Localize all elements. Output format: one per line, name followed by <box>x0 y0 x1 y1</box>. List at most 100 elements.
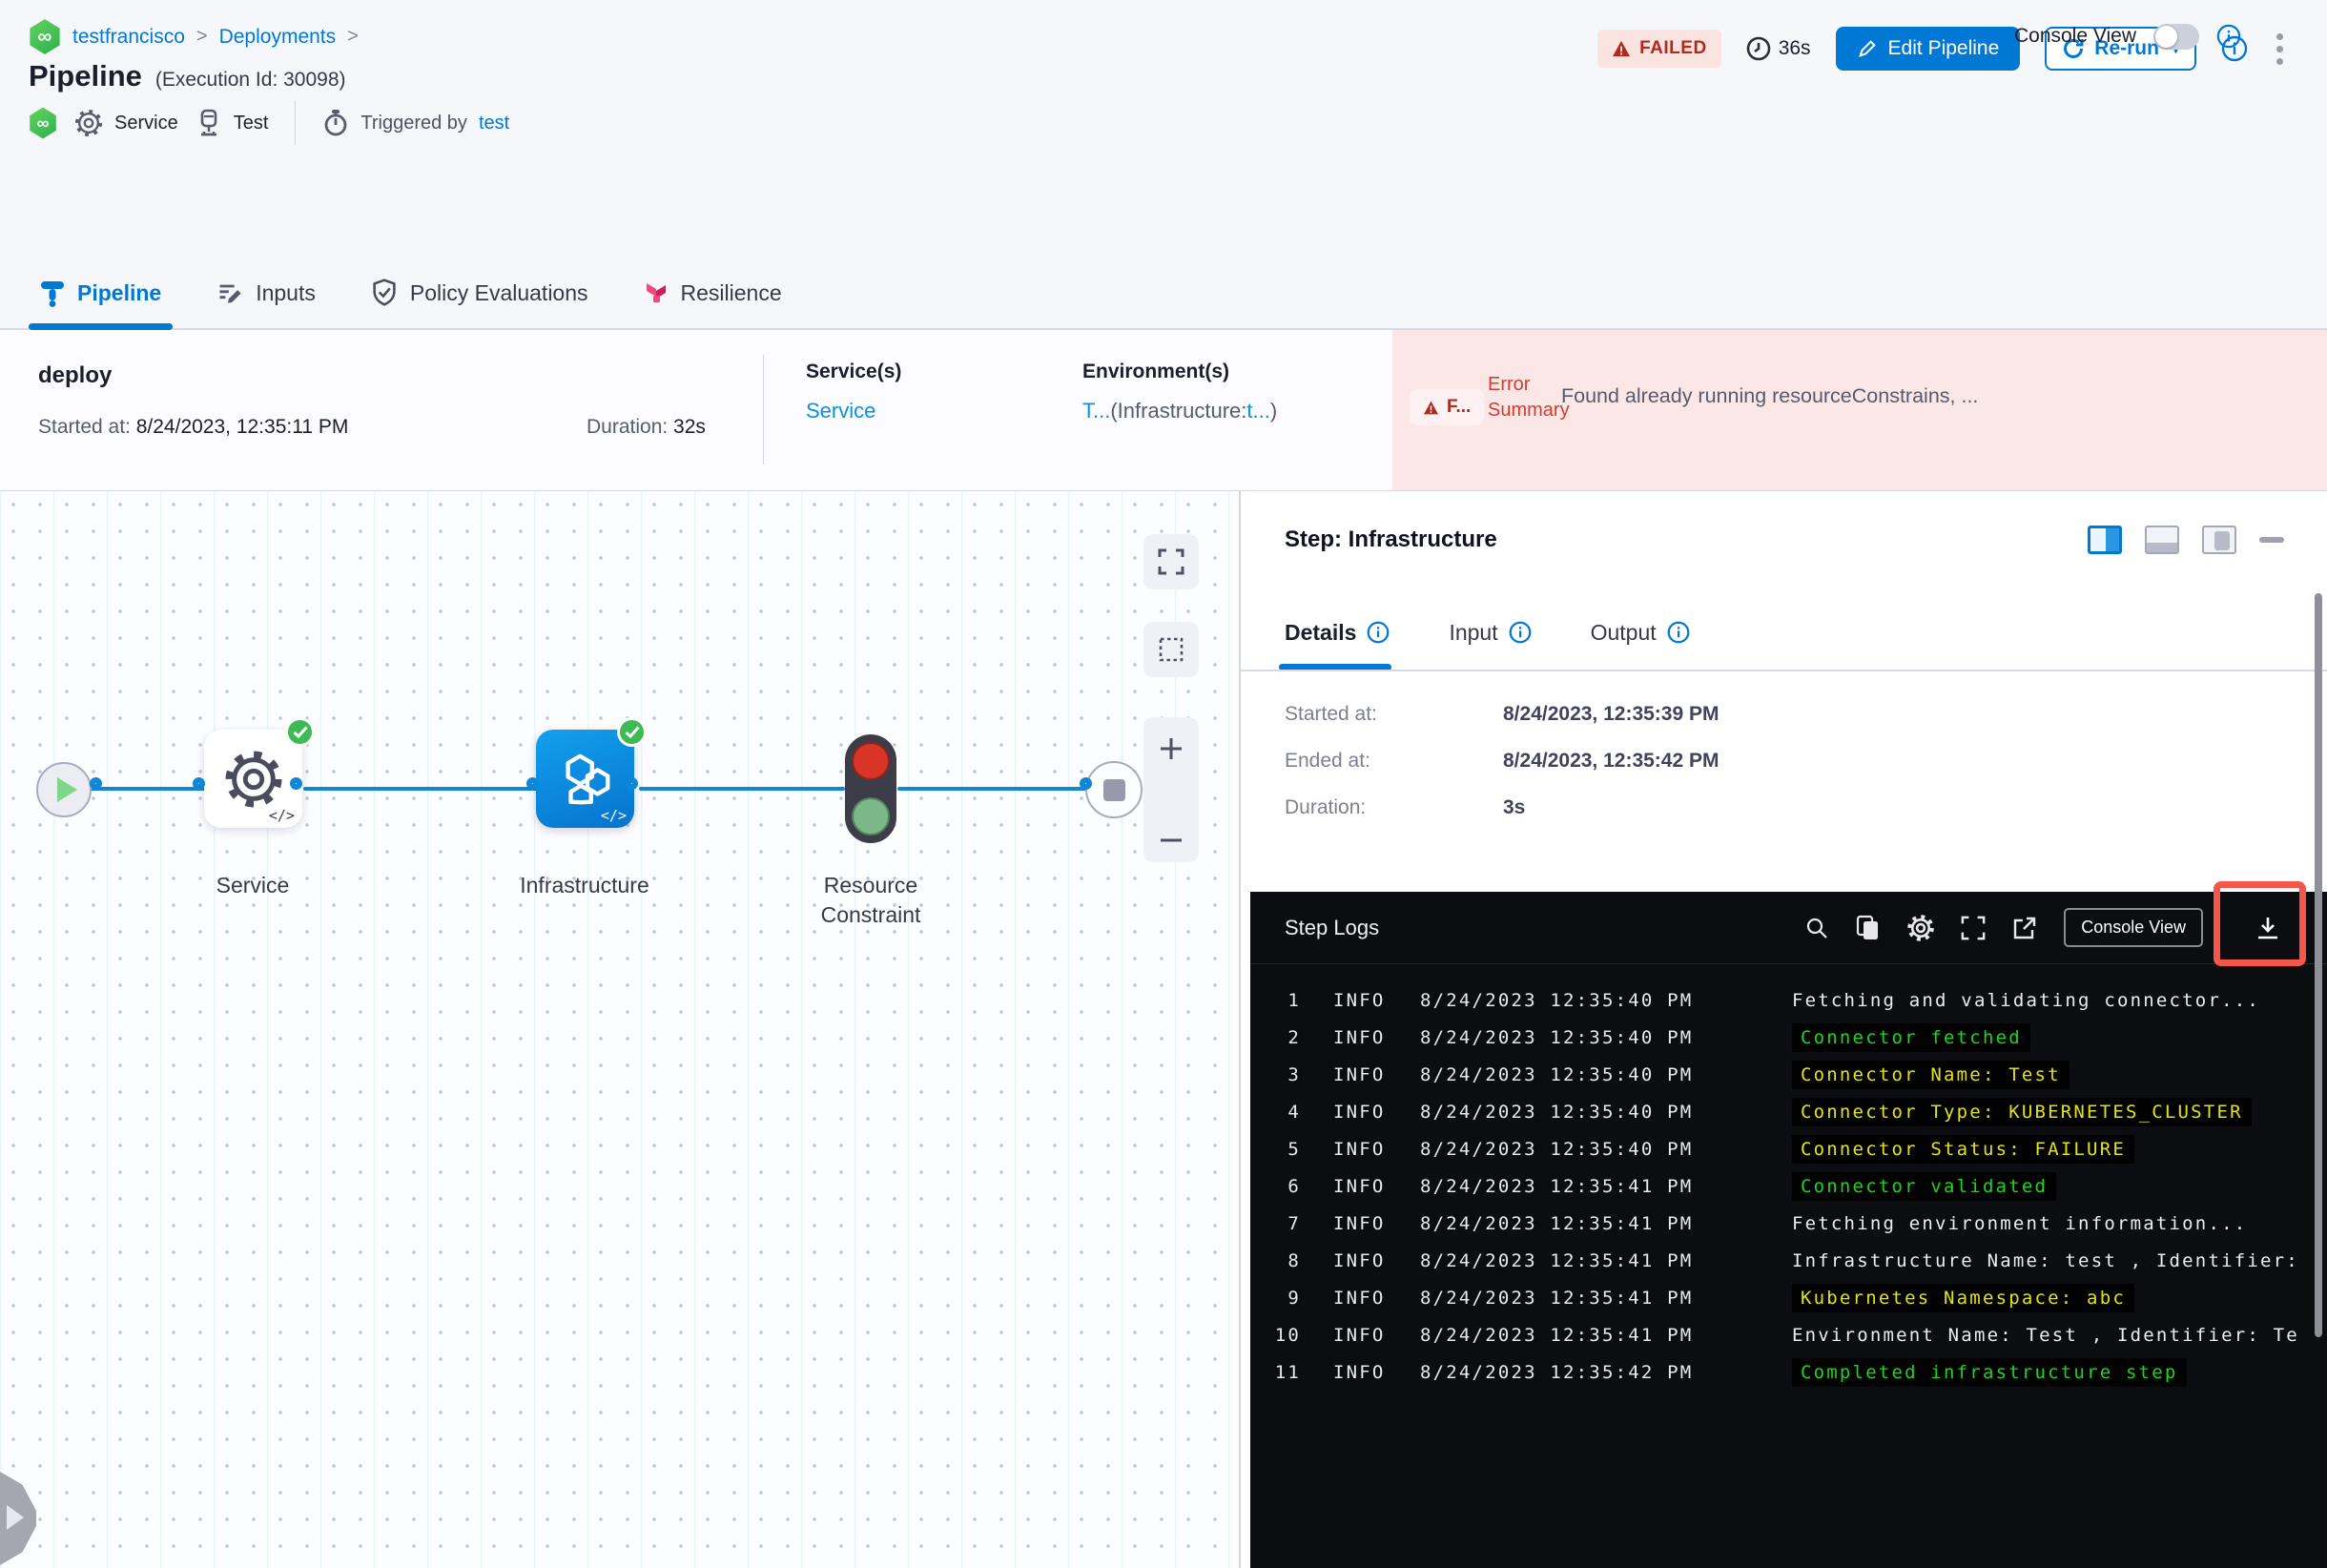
expand-left-panel-button[interactable] <box>0 1472 36 1565</box>
graph-edge <box>897 787 1100 791</box>
info-icon[interactable] <box>2216 24 2241 49</box>
graph-edge <box>84 787 208 791</box>
execution-graph-canvas[interactable]: </> Service </> Infrastructure Resource … <box>0 491 1240 1568</box>
log-message: Environment Name: Test , Identifier: Te <box>1792 1324 2299 1346</box>
log-line-number: 8 <box>1287 1249 1301 1271</box>
log-row: 3 INFO 8/24/2023 12:35:40 PM Connector N… <box>1250 1056 2327 1093</box>
log-message: Connector Type: KUBERNETES_CLUSTER <box>1792 1097 2252 1126</box>
gear-icon <box>224 750 283 809</box>
environment-link[interactable]: T...(Infrastructure:t...) <box>1082 399 1277 423</box>
gear-icon <box>74 109 103 137</box>
environment-meta[interactable]: Test <box>196 109 268 137</box>
info-icon[interactable] <box>1509 621 1532 644</box>
log-timestamp: 8/24/2023 12:35:42 PM <box>1420 1361 1694 1383</box>
graph-port <box>626 777 638 790</box>
environments-label: Environment(s) <box>1082 361 1230 382</box>
tab-details-label: Details <box>1285 619 1357 645</box>
node-resource-constraint[interactable] <box>845 734 896 843</box>
log-level: INFO <box>1333 1212 1386 1234</box>
edit-pipeline-button[interactable]: Edit Pipeline <box>1835 27 2021 71</box>
log-level: INFO <box>1333 1026 1386 1048</box>
layout-floating-panel-icon[interactable] <box>2202 526 2236 554</box>
info-icon[interactable] <box>1367 621 1390 644</box>
layout-bottom-panel-icon[interactable] <box>2145 526 2179 554</box>
layout-right-panel-icon[interactable] <box>2088 526 2122 554</box>
info-icon[interactable] <box>1667 621 1690 644</box>
node-service[interactable]: </> <box>204 717 315 828</box>
node-infrastructure[interactable]: </> <box>536 717 647 828</box>
more-options-icon[interactable] <box>2273 30 2287 69</box>
success-check-icon <box>617 717 647 747</box>
tab-inputs-label: Inputs <box>256 279 316 305</box>
node-label: Infrastructure <box>520 873 649 897</box>
log-timestamp: 8/24/2023 12:35:41 PM <box>1420 1175 1694 1197</box>
console-view-label: Console View <box>2013 25 2136 47</box>
service-meta[interactable]: Service <box>74 109 178 137</box>
service-meta-label: Service <box>114 112 178 134</box>
canvas-fullscreen-button[interactable] <box>1143 534 1199 589</box>
failed-short-badge: F... <box>1410 389 1485 425</box>
graph-port <box>90 777 102 790</box>
search-icon[interactable] <box>1804 916 1829 940</box>
field-value: 8/24/2023, 12:35:42 PM <box>1503 750 1720 772</box>
gear-icon[interactable] <box>1907 914 1935 941</box>
app-screen: ∞ testfrancisco > Deployments > Pipeline… <box>0 0 2327 1568</box>
inputs-icon <box>216 279 243 306</box>
start-node[interactable] <box>36 762 92 817</box>
console-view-toggle[interactable] <box>2153 23 2199 50</box>
log-row: 11 INFO 8/24/2023 12:35:42 PM Completed … <box>1250 1353 2327 1391</box>
service-link[interactable]: Service <box>806 399 901 423</box>
step-logs-title: Step Logs <box>1285 915 1380 939</box>
console-view-button[interactable]: Console View <box>2064 908 2203 947</box>
green-light-icon <box>852 797 890 836</box>
log-timestamp: 8/24/2023 12:35:41 PM <box>1420 1324 1694 1346</box>
end-node[interactable] <box>1085 761 1143 818</box>
log-timestamp: 8/24/2023 12:35:41 PM <box>1420 1287 1694 1309</box>
page-title: Pipeline <box>29 59 142 93</box>
tab-input[interactable]: Input <box>1449 594 1531 671</box>
log-level: INFO <box>1333 1101 1386 1123</box>
warning-triangle-icon <box>1612 40 1631 57</box>
copy-icon[interactable] <box>1856 915 1881 941</box>
log-level: INFO <box>1333 1324 1386 1346</box>
log-row: 2 INFO 8/24/2023 12:35:40 PM Connector f… <box>1250 1019 2327 1056</box>
tab-inputs[interactable]: Inputs <box>216 258 316 328</box>
minimize-panel-icon[interactable] <box>2259 537 2284 543</box>
triggered-by-user[interactable]: test <box>479 113 509 134</box>
zoom-in-button[interactable] <box>1157 734 1185 763</box>
breadcrumb: ∞ testfrancisco > Deployments > <box>29 19 359 54</box>
open-in-new-icon[interactable] <box>2012 916 2037 940</box>
fullscreen-icon[interactable] <box>1961 916 1986 940</box>
log-message: Connector validated <box>1792 1171 2057 1201</box>
tab-details[interactable]: Details <box>1278 594 1392 671</box>
pencil-icon <box>1857 38 1878 59</box>
log-line-number: 7 <box>1287 1212 1301 1234</box>
zoom-out-button[interactable] <box>1157 836 1185 845</box>
log-row: 9 INFO 8/24/2023 12:35:41 PM Kubernetes … <box>1250 1279 2327 1316</box>
breadcrumb-account[interactable]: testfrancisco <box>72 26 185 49</box>
tab-output-label: Output <box>1590 619 1657 645</box>
step-detail-fields: Started at: 8/24/2023, 12:35:39 PM Ended… <box>1285 703 1720 843</box>
services-label: Service(s) <box>806 361 902 382</box>
canvas-select-button[interactable] <box>1143 622 1199 677</box>
template-code-icon: </> <box>600 807 627 824</box>
log-line-number: 4 <box>1287 1101 1301 1123</box>
tab-policy-evaluations[interactable]: Policy Evaluations <box>371 258 588 328</box>
console-view-control: Console View <box>2014 0 2241 72</box>
tab-output[interactable]: Output <box>1591 594 1690 671</box>
stage-name: deploy <box>38 362 113 388</box>
scrollbar[interactable] <box>2315 593 2322 1337</box>
download-icon[interactable] <box>2255 915 2281 941</box>
stage-duration: Duration: 32s <box>587 416 706 438</box>
stage-services: Service(s) Service <box>806 361 901 423</box>
log-message: Fetching and validating connector... <box>1792 989 2261 1011</box>
step-detail-panel: Step: Infrastructure Details Input Outpu… <box>1240 491 2327 1568</box>
log-message: Fetching environment information... <box>1792 1212 2248 1234</box>
cd-module-icon: ∞ <box>30 19 60 54</box>
log-line-number: 5 <box>1287 1138 1301 1160</box>
tab-pipeline[interactable]: Pipeline <box>28 258 174 330</box>
log-lines[interactable]: 1 INFO 8/24/2023 12:35:40 PM Fetching an… <box>1250 964 2327 1391</box>
tab-resilience[interactable]: Resilience <box>644 258 782 328</box>
graph-port <box>526 777 539 790</box>
breadcrumb-deployments[interactable]: Deployments <box>219 26 337 49</box>
